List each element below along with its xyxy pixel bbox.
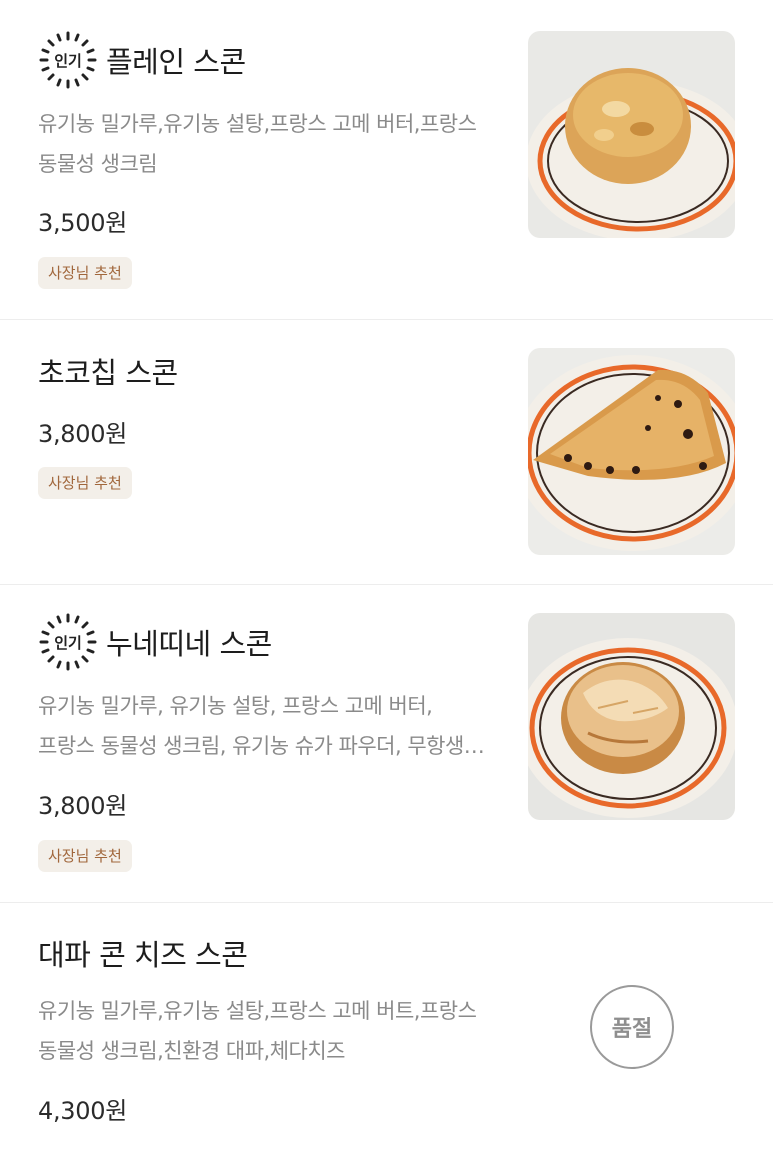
owner-recommend-tag: 사장님 추천 bbox=[38, 840, 132, 872]
item-name: 대파 콘 치즈 스콘 bbox=[38, 938, 248, 972]
item-price: 3,800원 bbox=[38, 420, 127, 448]
owner-recommend-tag: 사장님 추천 bbox=[38, 467, 132, 499]
item-price: 4,300원 bbox=[38, 1097, 127, 1125]
plain-scone-image[interactable] bbox=[528, 31, 735, 238]
description-line: 동물성 생크림,친환경 대파,체다치즈 bbox=[38, 1039, 346, 1063]
item-description: 유기농 밀가루,유기농 설탕,프랑스 고메 버터,프랑스 동물성 생크림 bbox=[38, 104, 508, 184]
description-line: 프랑스 동물성 생크림, 유기농 슈가 파우더, 무항생… bbox=[38, 734, 485, 758]
menu-item-nunettine-scone[interactable]: 인기 누네띠네 스콘 유기농 밀가루, 유기농 설탕, 프랑스 고메 버터, 프… bbox=[0, 585, 773, 903]
nunettine-scone-image[interactable] bbox=[528, 613, 735, 820]
item-description: 유기농 밀가루,유기농 설탕,프랑스 고메 버트,프랑스 동물성 생크림,친환경… bbox=[38, 991, 508, 1071]
popular-badge-icon: 인기 bbox=[39, 31, 97, 89]
owner-recommend-tag: 사장님 추천 bbox=[38, 257, 132, 289]
item-name: 누네띠네 스콘 bbox=[106, 627, 272, 661]
item-name: 플레인 스콘 bbox=[106, 45, 246, 79]
description-line: 유기농 밀가루, 유기농 설탕, 프랑스 고메 버터, bbox=[38, 694, 433, 718]
item-description: 유기농 밀가루, 유기농 설탕, 프랑스 고메 버터, 프랑스 동물성 생크림,… bbox=[38, 686, 508, 766]
choco-chip-scone-image[interactable] bbox=[528, 348, 735, 555]
item-name: 초코칩 스콘 bbox=[38, 356, 178, 390]
popular-badge-label: 인기 bbox=[54, 634, 82, 652]
item-price: 3,800원 bbox=[38, 792, 127, 820]
description-line: 유기농 밀가루,유기농 설탕,프랑스 고메 버터,프랑스 bbox=[38, 112, 477, 136]
sold-out-badge: 품절 bbox=[590, 985, 674, 1069]
description-line: 유기농 밀가루,유기농 설탕,프랑스 고메 버트,프랑스 bbox=[38, 999, 477, 1023]
popular-badge-icon: 인기 bbox=[39, 613, 97, 671]
popular-badge-label: 인기 bbox=[54, 52, 82, 70]
menu-item-plain-scone[interactable]: 인기 플레인 스콘 유기농 밀가루,유기농 설탕,프랑스 고메 버터,프랑스 동… bbox=[0, 0, 773, 320]
description-line: 동물성 생크림 bbox=[38, 152, 158, 176]
menu-item-choco-chip-scone[interactable]: 초코칩 스콘 3,800원 사장님 추천 bbox=[0, 320, 773, 585]
item-price: 3,500원 bbox=[38, 209, 127, 237]
